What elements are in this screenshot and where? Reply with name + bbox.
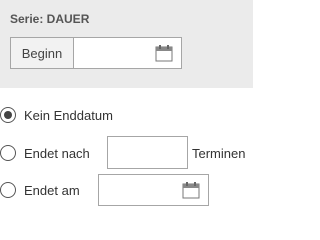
series-header-panel: Serie: DAUER Beginn — [0, 0, 253, 88]
end-date-input[interactable] — [98, 174, 209, 206]
end-after-label: Endet nach — [24, 145, 90, 161]
start-date-label: Beginn — [10, 37, 73, 69]
end-option-after[interactable]: Endet nach — [0, 144, 90, 162]
calendar-icon[interactable] — [155, 44, 173, 62]
no-end-label: Kein Enddatum — [24, 107, 113, 123]
end-after-radio[interactable] — [0, 145, 16, 161]
occurrence-unit-label: Terminen — [192, 146, 246, 161]
end-on-radio[interactable] — [0, 182, 16, 198]
start-date-row: Beginn — [10, 37, 182, 69]
end-on-label: Endet am — [24, 182, 80, 198]
occurrence-count-input[interactable] — [107, 136, 188, 169]
series-title: Serie: DAUER — [10, 12, 90, 26]
calendar-icon[interactable] — [182, 181, 200, 199]
end-option-no-end[interactable]: Kein Enddatum — [0, 106, 113, 124]
end-option-on-date[interactable]: Endet am — [0, 181, 80, 199]
start-date-input[interactable] — [73, 37, 182, 69]
no-end-radio[interactable] — [0, 107, 16, 123]
